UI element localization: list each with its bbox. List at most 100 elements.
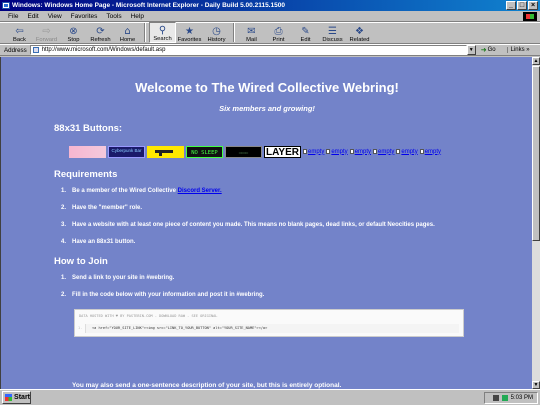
scroll-up-button[interactable]: ▲ — [532, 57, 540, 65]
close-button[interactable]: × — [528, 1, 538, 10]
toolbar-history-button[interactable]: ◷ History — [203, 22, 230, 43]
empty-label: empty — [354, 148, 372, 155]
empty-label: empty — [401, 148, 418, 155]
history-icon: ◷ — [212, 26, 221, 37]
discuss-icon: ☰ — [328, 26, 337, 37]
menu-help[interactable]: Help — [131, 13, 144, 20]
pastebin-embed[interactable]: DATA HOSTED WITH ♥ BY PASTEBIN.COM - DOW… — [74, 309, 464, 337]
list-text: Have a website with at least one piece o… — [72, 222, 435, 228]
empty-button-link[interactable]: empty — [396, 148, 418, 155]
print-icon: ⎙ — [274, 26, 283, 37]
mail-icon: ✉ — [247, 26, 256, 37]
empty-button-link[interactable]: empty — [326, 149, 348, 155]
toolbar-label: Favorites — [177, 37, 202, 43]
list-item: 3. Have a website with at least one piece… — [61, 222, 435, 228]
toolbar-separator — [233, 23, 235, 42]
ie-app-icon — [2, 2, 10, 9]
toolbar-favorites-button[interactable]: ★ Favorites — [176, 22, 203, 43]
list-number: 1. — [61, 188, 67, 194]
window-title: Windows: Windows Home Page - Microsoft I… — [12, 2, 285, 9]
list-item: 2. Have the "member" role. — [61, 205, 142, 211]
toolbar-forward-button: ⇨ Forward — [33, 22, 60, 43]
window-title-bar[interactable]: Windows: Windows Home Page - Microsoft I… — [0, 0, 540, 11]
empty-label: empty — [424, 148, 442, 155]
toolbar-label: Forward — [35, 37, 58, 43]
list-number: 3. — [61, 222, 67, 228]
empty-button-link[interactable]: empty — [419, 148, 442, 155]
empty-button-link[interactable]: empty — [303, 149, 324, 155]
menu-edit[interactable]: Edit — [27, 13, 38, 20]
scroll-thumb[interactable] — [532, 66, 540, 241]
toolbar-search-button[interactable]: ⚲ Search — [149, 22, 176, 43]
links-button[interactable]: Links » — [506, 47, 530, 53]
code-line[interactable]: 1. <a href="YOUR_SITE_LINK"><img src="LI… — [78, 324, 459, 333]
empty-button-link[interactable]: empty — [373, 149, 394, 155]
list-number: 2. — [61, 292, 67, 298]
broken-image-icon — [419, 149, 424, 154]
button-cyberpunk[interactable]: Cyberpunk Bar — [108, 145, 145, 158]
requirements-heading: Requirements — [54, 169, 118, 180]
button-pink[interactable] — [69, 145, 106, 158]
scroll-down-button[interactable]: ▼ — [532, 381, 540, 389]
empty-label: empty — [308, 148, 325, 155]
toolbar-label: Mail — [246, 37, 257, 43]
toolbar-related-button[interactable]: ❖ Related — [346, 22, 373, 43]
go-label: Go — [487, 47, 496, 53]
maximize-button[interactable]: □ — [517, 1, 527, 10]
broken-image-icon — [303, 149, 307, 154]
toolbar-label: Refresh — [90, 37, 111, 43]
toolbar-stop-button[interactable]: ⊗ Stop — [60, 22, 87, 43]
menu-view[interactable]: View — [48, 13, 62, 20]
list-text: Have the "member" role. — [72, 205, 143, 211]
menu-file[interactable]: File — [8, 13, 18, 20]
toolbar-back-button[interactable]: ⇦ Back — [6, 22, 33, 43]
broken-image-icon — [326, 149, 331, 154]
button-yellow-gun[interactable] — [147, 145, 184, 158]
start-button[interactable]: Start — [2, 391, 31, 404]
refresh-icon: ⟳ — [96, 26, 105, 37]
toolbar-print-button[interactable]: ⎙ Print — [265, 22, 292, 43]
toolbar-mail-button[interactable]: ✉ Mail — [238, 22, 265, 43]
volume-icon[interactable] — [501, 395, 508, 401]
toolbar-discuss-button[interactable]: ☰ Discuss — [319, 22, 346, 43]
taskbar: Start 5:03 PM — [0, 389, 540, 405]
button-no-sleep[interactable]: NO SLEEP — [186, 145, 223, 158]
list-text: Have an 88x31 button. — [72, 239, 136, 245]
address-url: http://www.microsoft.com/Windows/default… — [41, 47, 166, 53]
minimize-button[interactable]: _ — [506, 1, 516, 10]
code-header: DATA HOSTED WITH ♥ BY PASTEBIN.COM - DOW… — [79, 314, 218, 318]
how-to-join-heading: How to Join — [54, 256, 108, 267]
list-item: 4. Have an 88x31 button. — [61, 239, 135, 245]
page-viewport[interactable]: Welcome to The Wired Collective Webring!… — [0, 57, 532, 389]
broken-image-icon — [373, 149, 378, 154]
button-dark[interactable]: :::::::::: — [225, 145, 262, 158]
toolbar-label: Discuss — [322, 37, 343, 43]
forward-arrow-icon: ⇨ — [42, 26, 51, 37]
network-icon[interactable] — [492, 395, 499, 401]
list-number: 2. — [61, 205, 67, 211]
list-text: Fill in the code below with your informa… — [72, 292, 265, 298]
page-subtitle: Six members and growing! — [219, 104, 315, 113]
toolbar-home-button[interactable]: ⌂ Home — [114, 22, 141, 43]
address-input[interactable]: http://www.microsoft.com/Windows/default… — [29, 45, 467, 55]
toolbar-edit-button[interactable]: ✎ Edit — [292, 22, 319, 43]
list-number: 4. — [61, 239, 67, 245]
system-tray: 5:03 PM — [484, 392, 538, 404]
menu-tools[interactable]: Tools — [106, 13, 121, 20]
address-dropdown-button[interactable]: ▼ — [466, 45, 476, 55]
windows-flag-icon — [5, 394, 13, 401]
toolbar-label: Back — [13, 37, 26, 43]
windows-logo-icon — [523, 12, 537, 21]
edit-icon: ✎ — [301, 26, 310, 37]
toolbar-separator — [144, 23, 146, 42]
menu-favorites[interactable]: Favorites — [71, 13, 98, 20]
go-arrow-icon: ➜ — [480, 47, 487, 54]
toolbar-label: History — [207, 37, 226, 43]
toolbar-refresh-button[interactable]: ⟳ Refresh — [87, 22, 114, 43]
discord-server-link[interactable]: Discord Server. — [178, 188, 222, 194]
button-layer[interactable]: LAYER — [264, 145, 301, 158]
vertical-scrollbar[interactable]: ▲ ▼ — [532, 57, 540, 389]
empty-button-link[interactable]: empty — [349, 148, 372, 155]
empty-label: empty — [378, 148, 395, 155]
go-button[interactable]: ➜ Go — [481, 46, 496, 54]
